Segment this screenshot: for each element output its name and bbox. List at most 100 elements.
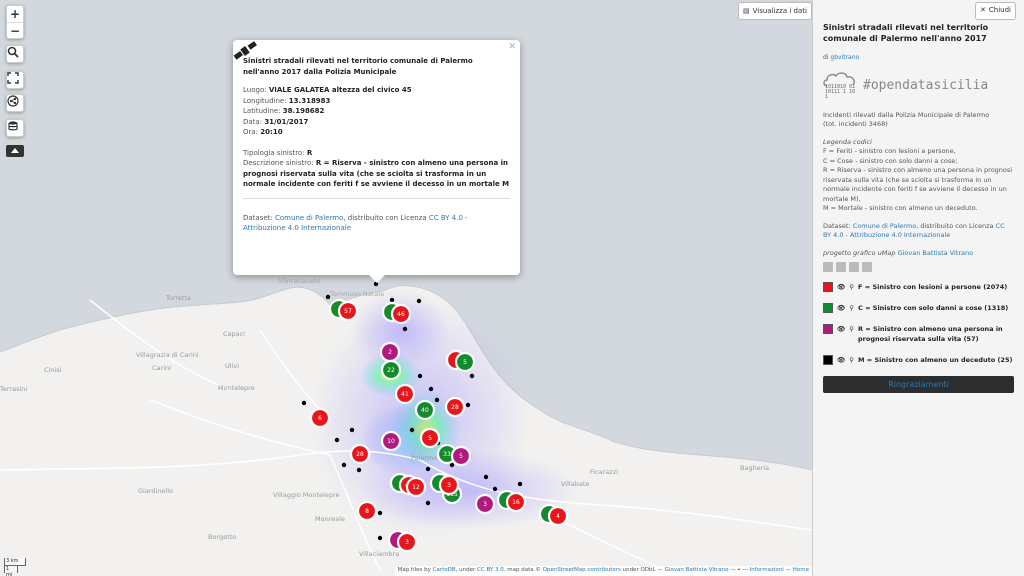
cluster-marker[interactable]: 3 [474,493,496,515]
thanks-button[interactable]: Ringraziamenti [823,376,1014,393]
panel-legend-codes: Legenda codici F = Feriti - sinistro con… [823,138,1014,214]
cluster-marker[interactable]: 5 [445,349,476,373]
panel-credit: progetto grafico uMap Giovan Battista Vi… [823,249,1014,259]
map-place-label: Villagrazia di Carini [136,351,199,359]
author-link[interactable]: gbvitrano [830,54,859,61]
eye-icon[interactable]: 👁 [837,355,845,365]
popup-date-row: Data: 31/01/2017 [243,117,510,128]
zoom-to-layer-icon[interactable]: ⚲ [849,303,854,313]
fatal-accident-dot[interactable] [416,298,422,304]
fatal-accident-dot[interactable] [356,467,362,473]
zoom-to-layer-icon[interactable]: ⚲ [849,324,854,334]
fullscreen-button[interactable] [6,71,24,89]
cluster-marker[interactable]: 8 [356,500,378,522]
fatal-accident-dot[interactable] [483,474,489,480]
cluster-marker[interactable]: 16 [496,489,527,513]
home-link[interactable]: Home [793,567,809,573]
fatal-accident-dot[interactable] [517,481,523,487]
cluster-marker[interactable]: 6 [309,407,331,429]
latitude-value: 38.198682 [282,107,325,115]
close-button[interactable]: ✕ Chiudi [975,2,1016,20]
cluster-marker[interactable]: 40 [414,399,436,421]
luogo-value: VIALE GALATEA altezza del civico 45 [268,86,412,94]
popup-dataset: Dataset: Comune di Palermo, distribuito … [243,213,510,234]
facebook-icon[interactable] [862,262,872,272]
fatal-accident-dot[interactable] [409,427,415,433]
credit-prefix: progetto grafico uMap [823,248,896,257]
cluster-marker[interactable]: 3 [429,472,460,496]
layers-button[interactable] [6,119,24,137]
home-icon[interactable] [823,262,833,272]
fatal-accident-dot[interactable] [425,466,431,472]
cluster-marker[interactable]: 3 [387,529,418,553]
cluster-count: 5 [428,435,432,442]
side-panel: ✕ Chiudi Sinistri stradali rilevati nel t… [812,0,1024,576]
collapse-toggle[interactable] [6,145,24,157]
fatal-accident-dot[interactable] [377,535,383,541]
twitter-icon[interactable] [836,262,846,272]
fatal-accident-dot[interactable] [469,373,475,379]
author-link[interactable]: Giovan Battista Vitrano [665,567,729,573]
cluster-marker[interactable]: 28 [349,443,371,465]
view-data-button[interactable]: ▤ Visualizza i dati [738,2,812,20]
cluster-marker[interactable]: 2 [379,341,401,363]
share-button[interactable] [6,94,24,112]
fatal-accident-dot[interactable] [417,373,423,379]
cluster-marker[interactable]: 12 [405,476,427,498]
cluster-marker[interactable]: 22 [380,359,402,381]
cluster-marker[interactable]: 5 [450,445,472,467]
carto-link[interactable]: CartoDB [433,567,456,573]
cluster-marker[interactable]: 28 [444,396,466,418]
layer-row[interactable]: 👁 ⚲ M = Sinistro con almeno un deceduto (2… [823,355,1014,365]
layer-label: M = Sinistro con almeno un deceduto (25) [858,356,1013,364]
zoom-in-button[interactable]: + [7,6,23,22]
fatal-accident-dot[interactable] [425,500,431,506]
fatal-accident-dot[interactable] [434,397,440,403]
fatal-accident-dot[interactable] [465,402,471,408]
map-place-label: Monreale [315,515,345,523]
layer-row[interactable]: 👁 ⚲ F = Sinistro con lesioni a persone (20… [823,282,1014,292]
cluster-marker[interactable]: 41 [394,383,416,405]
fatal-accident-dot[interactable] [325,294,331,300]
eye-icon[interactable]: 👁 [837,324,845,334]
layer-row[interactable]: 👁 ⚲ R = Sinistro con almeno una persona in… [823,324,1014,344]
eye-icon[interactable]: 👁 [837,282,845,292]
fatal-accident-dot[interactable] [402,326,408,332]
cluster-count: 28 [356,451,364,458]
osm-link[interactable]: OpenStreetMap contributors [543,567,621,573]
zoom-to-layer-icon[interactable]: ⚲ [849,282,854,292]
email-icon[interactable] [849,262,859,272]
fatal-accident-dot[interactable] [349,427,355,433]
fatal-accident-dot[interactable] [334,437,340,443]
panel-dataset-link[interactable]: Comune di Palermo [853,222,916,230]
view-data-label: Visualizza i dati [752,7,807,15]
popup-close-icon[interactable]: ✕ [508,42,516,53]
cluster-marker[interactable]: 57 [328,298,359,322]
intro-total: (tot. incidenti 3468) [823,120,888,128]
cluster-marker[interactable]: 4 [538,503,569,527]
dataset-link[interactable]: Comune di Palermo [275,214,343,222]
search-button[interactable] [6,45,24,63]
cluster-marker[interactable]: 46 [381,301,412,325]
fatal-accident-dot[interactable] [492,486,498,492]
fatal-accident-dot[interactable] [389,297,395,303]
layer-row[interactable]: 👁 ⚲ C = Sinistro con solo danni a cose (13… [823,303,1014,313]
cluster-count: 10 [387,438,395,445]
zoom-out-button[interactable]: − [7,22,23,38]
cluster-marker[interactable]: 10 [380,430,402,452]
map[interactable]: Sferracavallo Tommaso Natale Capaci Villagr… [0,0,812,576]
fatal-accident-dot[interactable] [377,510,383,516]
fatal-accident-dot[interactable] [428,386,434,392]
fatal-accident-dot[interactable] [301,400,307,406]
eye-icon[interactable]: 👁 [837,303,845,313]
fatal-accident-dot[interactable] [341,462,347,468]
fullscreen-icon [7,72,19,84]
map-place-label: Bagheria [740,464,769,472]
cluster-marker[interactable]: 5 [419,427,441,449]
attrib-dash-2: — [785,567,792,573]
code-m: M = Mortale - sinistro con almeno un dec… [823,204,978,212]
credit-link[interactable]: Giovan Battista Vitrano [898,249,974,257]
ccby-link[interactable]: CC BY 3.0 [477,567,504,573]
zoom-to-layer-icon[interactable]: ⚲ [849,355,854,365]
info-link[interactable]: Informazioni [750,567,784,573]
